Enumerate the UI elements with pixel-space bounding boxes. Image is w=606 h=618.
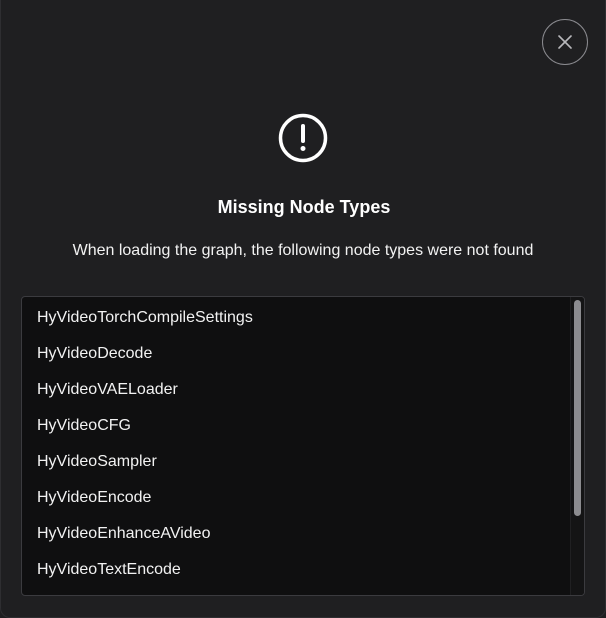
list-item: HyVideoDecode bbox=[37, 345, 153, 362]
missing-nodes-list[interactable]: HyVideoTorchCompileSettings HyVideoDecode… bbox=[21, 296, 585, 596]
list-item: HyVideoVAELoader bbox=[37, 381, 178, 398]
list-item: HyVideoTextEncode bbox=[37, 561, 181, 578]
close-icon bbox=[558, 35, 572, 49]
list-item: HyVideoEnhanceAVideo bbox=[37, 525, 211, 542]
dialog-title: Missing Node Types bbox=[217, 197, 391, 217]
list-item: HyVideoSampler bbox=[37, 453, 157, 470]
close-button[interactable] bbox=[542, 19, 588, 65]
node-type-list: HyVideoTorchCompileSettings HyVideoDecode… bbox=[22, 297, 584, 594]
list-item: HyVideoCFG bbox=[37, 417, 131, 434]
missing-node-types-dialog: Missing Node Types When loading the grap… bbox=[0, 0, 606, 618]
exclamation-circle-icon bbox=[278, 113, 328, 163]
scrollbar-thumb[interactable] bbox=[574, 300, 581, 516]
list-item: HyVideoEncode bbox=[37, 489, 152, 506]
list-item: HyVideoTorchCompileSettings bbox=[37, 309, 253, 326]
dialog-message: When loading the graph, the following no… bbox=[72, 242, 534, 259]
scrollbar[interactable] bbox=[570, 297, 584, 595]
